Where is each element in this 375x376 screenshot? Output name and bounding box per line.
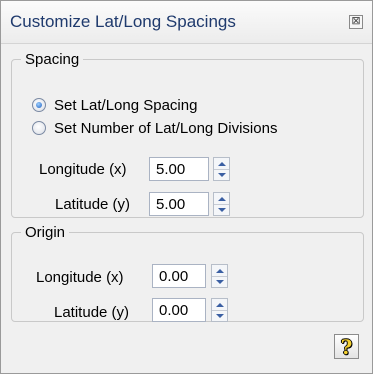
spin-down-button[interactable] [212,276,227,287]
origin-group-label: Origin [25,224,66,241]
origin-group: Origin Longitude (x) Latitude (y) [11,224,364,322]
radio-set-latlong-spacing[interactable]: Set Lat/Long Spacing [32,96,197,114]
origin-longitude-input[interactable] [152,264,206,288]
radio-label: Set Number of Lat/Long Divisions [54,119,278,137]
help-icon: ? [340,334,353,359]
spacing-group-label: Spacing [25,51,80,68]
arrow-down-icon [217,207,226,212]
radio-label: Set Lat/Long Spacing [54,96,198,114]
spacing-latitude-spinner[interactable] [213,192,230,216]
origin-longitude-spinner[interactable] [211,264,228,288]
title-bar: Customize Lat/Long Spacings ⊠ [1,1,372,44]
arrow-up-icon [217,196,226,201]
arrow-up-icon [215,302,224,307]
origin-latitude-spinner[interactable] [211,298,228,322]
radio-set-number-of-divisions[interactable]: Set Number of Lat/Long Divisions [32,119,277,137]
close-button[interactable]: ⊠ [349,15,363,29]
spin-down-button[interactable] [214,204,229,215]
arrow-down-icon [217,172,226,177]
arrow-up-icon [215,268,224,273]
origin-longitude-label: Longitude (x) [36,269,124,286]
spacing-longitude-spinner[interactable] [213,157,230,181]
spin-down-button[interactable] [212,310,227,321]
origin-latitude-input[interactable] [152,298,206,322]
help-button[interactable]: ? [334,334,359,359]
dialog-title: Customize Lat/Long Spacings [10,12,236,31]
spacing-latitude-label: Latitude (y) [55,196,131,213]
arrow-down-icon [215,313,224,318]
arrow-down-icon [215,279,224,284]
spin-down-button[interactable] [214,169,229,180]
spacing-longitude-label: Longitude (x) [39,161,127,178]
spacing-latitude-input[interactable] [149,192,209,216]
close-icon: ⊠ [351,15,361,27]
origin-latitude-label: Latitude (y) [54,304,130,321]
radio-button-unchecked[interactable] [32,121,46,135]
radio-button-checked[interactable] [32,98,46,112]
customize-latlong-dialog: Customize Lat/Long Spacings ⊠ Spacing Se… [0,0,373,374]
arrow-up-icon [217,161,226,166]
spacing-group: Spacing Set Lat/Long Spacing Set Number … [11,51,364,218]
spacing-longitude-input[interactable] [149,157,209,181]
